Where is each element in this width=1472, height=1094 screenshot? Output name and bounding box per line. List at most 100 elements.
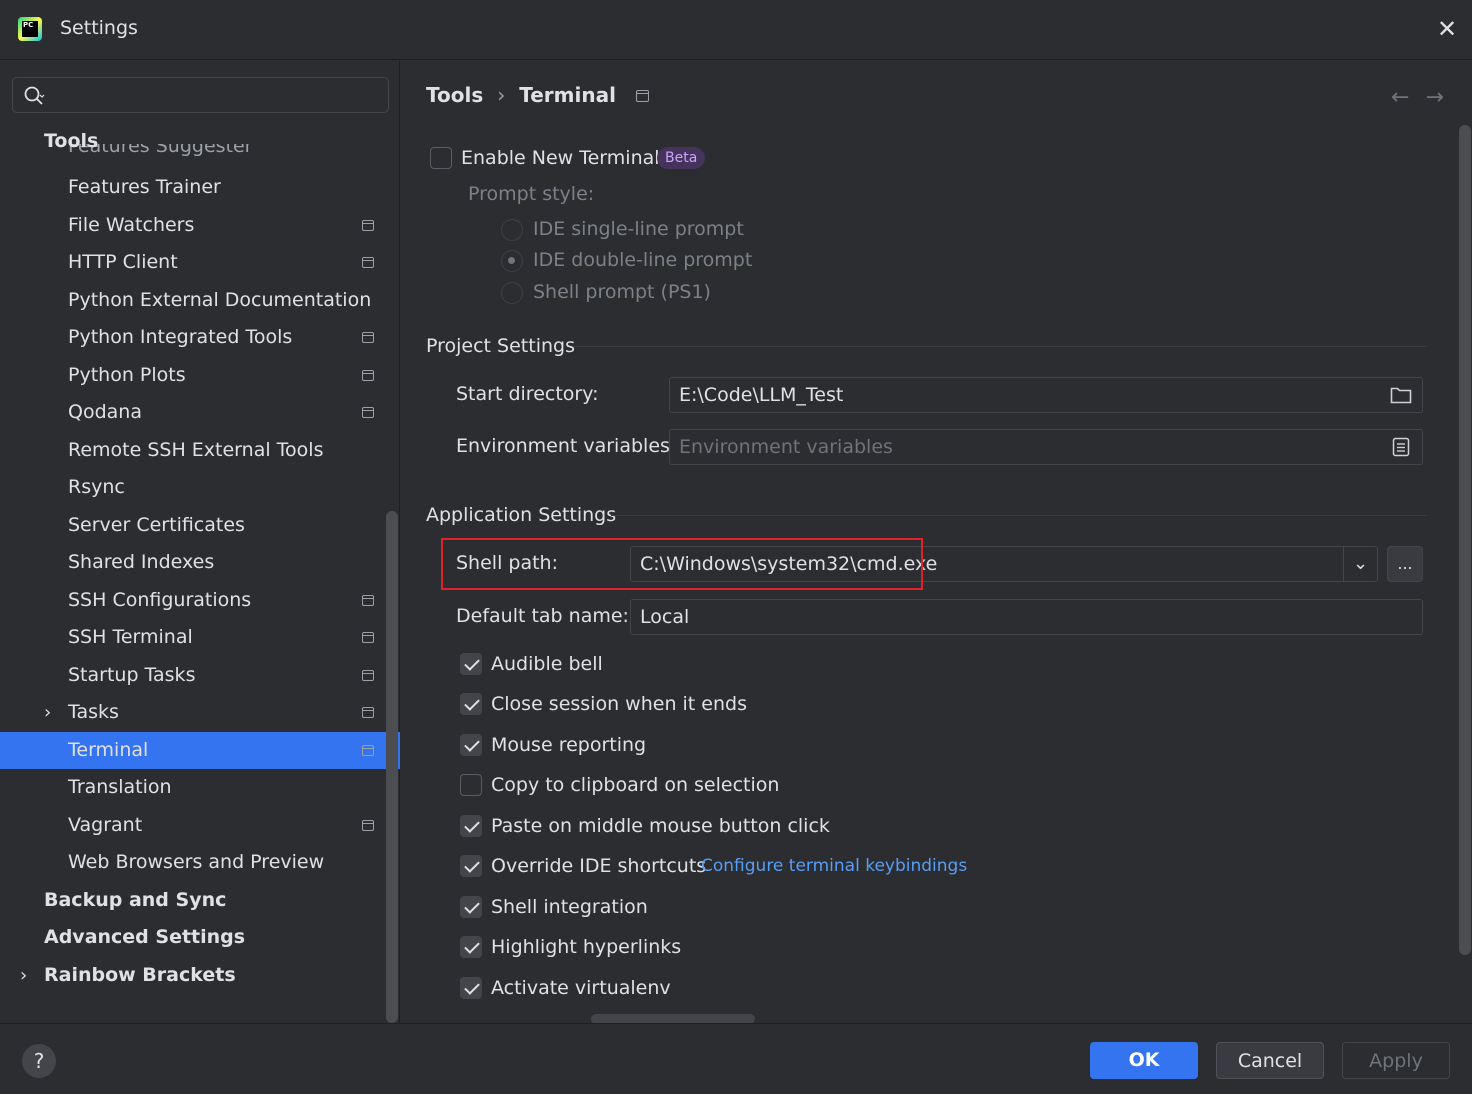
browse-shell-button[interactable]: ... (1387, 546, 1423, 582)
start-directory-label: Start directory: (456, 383, 599, 405)
sidebar-item-rainbow-brackets[interactable]: › Rainbow Brackets (0, 957, 386, 994)
chevron-down-icon[interactable]: ⌄ (1343, 547, 1377, 581)
project-scope-icon (362, 332, 374, 343)
forward-arrow-icon[interactable]: → (1425, 85, 1459, 110)
sidebar-item-backup-and-sync[interactable]: Backup and Sync (0, 882, 386, 919)
project-settings-title: Project Settings (426, 335, 575, 357)
paste-middle-click-checkbox[interactable] (460, 815, 482, 837)
environment-variables-field[interactable]: Environment variables (669, 429, 1423, 465)
edit-list-icon[interactable] (1392, 437, 1410, 457)
application-settings-title: Application Settings (426, 504, 617, 526)
sidebar-item-python-external-documentation[interactable]: Python External Documentation (0, 282, 386, 319)
breadcrumb-separator: › (497, 83, 506, 107)
sidebar-item-ssh-terminal[interactable]: SSH Terminal (0, 619, 386, 656)
enable-new-terminal-label: Enable New Terminal (461, 147, 660, 169)
ok-button[interactable]: OK (1090, 1042, 1198, 1079)
settings-sidebar: Features Suggester Tools Features Traine… (0, 61, 400, 1023)
sidebar-item-tasks[interactable]: › Tasks (0, 694, 386, 731)
help-button[interactable]: ? (22, 1044, 56, 1078)
sidebar-item-python-integrated-tools[interactable]: Python Integrated Tools (0, 319, 386, 356)
close-icon[interactable]: ✕ (1434, 16, 1460, 42)
project-scope-icon (362, 595, 374, 606)
start-directory-field[interactable]: E:\Code\LLM_Test (669, 377, 1423, 413)
enable-new-terminal-checkbox[interactable] (430, 147, 452, 169)
shell-integration-label: Shell integration (491, 896, 648, 918)
project-scope-icon (362, 220, 374, 231)
configure-keybindings-link[interactable]: Configure terminal keybindings (701, 856, 967, 876)
project-scope-icon (362, 745, 374, 756)
sidebar-item-server-certificates[interactable]: Server Certificates (0, 507, 386, 544)
radio-single-line-prompt[interactable] (501, 219, 523, 241)
sidebar-item-python-plots[interactable]: Python Plots (0, 357, 386, 394)
paste-middle-click-label: Paste on middle mouse button click (491, 815, 830, 837)
sidebar-item-qodana[interactable]: Qodana (0, 394, 386, 431)
sidebar-item-http-client[interactable]: HTTP Client (0, 244, 386, 281)
beta-badge: Beta (657, 147, 706, 169)
radio-double-line-label: IDE double-line prompt (533, 249, 753, 271)
close-session-checkbox[interactable] (460, 693, 482, 715)
search-icon (24, 86, 45, 105)
content-scrollbar[interactable] (1459, 125, 1471, 955)
default-tab-name-field[interactable]: Local (630, 599, 1423, 635)
project-scope-icon (362, 707, 374, 718)
sidebar-item-remote-ssh-external-tools[interactable]: Remote SSH External Tools (0, 432, 386, 469)
close-session-label: Close session when it ends (491, 693, 747, 715)
radio-shell-prompt[interactable] (501, 282, 523, 304)
default-tab-name-label: Default tab name: (456, 605, 629, 627)
project-scope-icon (362, 407, 374, 418)
environment-variables-label: Environment variables: (456, 435, 677, 457)
audible-bell-checkbox[interactable] (460, 653, 482, 675)
sidebar-item-web-browsers-and-preview[interactable]: Web Browsers and Preview (0, 844, 386, 881)
sidebar-item-advanced-settings[interactable]: Advanced Settings (0, 919, 386, 956)
window-title: Settings (60, 17, 138, 39)
pycharm-logo-icon: PC (18, 17, 42, 41)
apply-button[interactable]: Apply (1342, 1042, 1450, 1079)
back-arrow-icon[interactable]: ← (1391, 85, 1425, 110)
sidebar-item-startup-tasks[interactable]: Startup Tasks (0, 657, 386, 694)
sidebar-item-terminal[interactable]: Terminal (0, 732, 400, 769)
override-ide-shortcuts-checkbox[interactable] (460, 855, 482, 877)
highlight-hyperlinks-checkbox[interactable] (460, 936, 482, 958)
activate-virtualenv-label: Activate virtualenv (491, 977, 671, 999)
radio-double-line-prompt[interactable] (501, 250, 523, 272)
section-divider (611, 515, 1427, 516)
project-scope-icon (362, 257, 374, 268)
radio-single-line-label: IDE single-line prompt (533, 218, 744, 240)
prompt-style-label: Prompt style: (468, 183, 595, 205)
section-divider (573, 346, 1427, 347)
activate-virtualenv-checkbox[interactable] (460, 977, 482, 999)
annotation-highlight-box (441, 538, 923, 590)
sidebar-item-shared-indexes[interactable]: Shared Indexes (0, 544, 386, 581)
cancel-button[interactable]: Cancel (1216, 1042, 1324, 1079)
sidebar-item-file-watchers[interactable]: File Watchers (0, 207, 386, 244)
sidebar-item-features-trainer[interactable]: Features Trainer (0, 169, 386, 206)
project-scope-icon (362, 632, 374, 643)
copy-to-clipboard-label: Copy to clipboard on selection (491, 774, 780, 796)
project-scope-icon (362, 820, 374, 831)
settings-search-input[interactable] (12, 77, 389, 113)
dialog-footer: ? OK Cancel Apply (0, 1023, 1472, 1094)
shell-integration-checkbox[interactable] (460, 896, 482, 918)
mouse-reporting-checkbox[interactable] (460, 734, 482, 756)
sidebar-item-rsync[interactable]: Rsync (0, 469, 386, 506)
breadcrumb-tools[interactable]: Tools (426, 83, 483, 107)
sidebar-item-ssh-configurations[interactable]: SSH Configurations (0, 582, 386, 619)
project-scope-icon (635, 90, 649, 102)
sidebar-item-vagrant[interactable]: Vagrant (0, 807, 386, 844)
sidebar-item-tools[interactable]: Tools (0, 123, 386, 160)
folder-icon[interactable] (1390, 386, 1412, 404)
highlight-hyperlinks-label: Highlight hyperlinks (491, 936, 682, 958)
mouse-reporting-label: Mouse reporting (491, 734, 647, 756)
chevron-right-icon[interactable]: › (44, 694, 51, 731)
sidebar-item-translation[interactable]: Translation (0, 769, 386, 806)
copy-to-clipboard-checkbox[interactable] (460, 774, 482, 796)
history-navigation: ←→ (1391, 85, 1460, 110)
breadcrumb-terminal: Terminal (519, 83, 616, 107)
override-ide-shortcuts-label: Override IDE shortcuts (491, 855, 707, 877)
sidebar-scrollbar[interactable] (386, 511, 398, 1023)
breadcrumb: Tools › Terminal (426, 83, 649, 107)
title-bar: PC Settings ✕ (0, 0, 1472, 60)
project-scope-icon (362, 370, 374, 381)
settings-content: Tools › Terminal ←→ Enable New Terminal Be… (401, 61, 1472, 1024)
chevron-right-icon[interactable]: › (20, 957, 27, 994)
